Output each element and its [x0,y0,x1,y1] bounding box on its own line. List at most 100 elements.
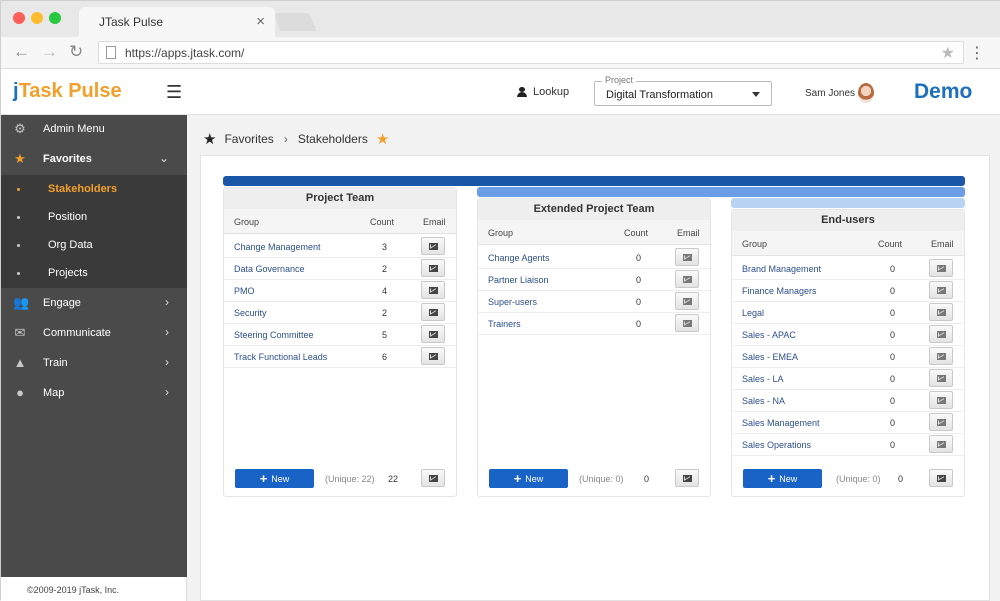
envelope-icon [937,287,946,294]
email-button[interactable] [929,325,953,343]
group-link[interactable]: Sales - NA [742,396,785,406]
email-button[interactable] [675,248,699,266]
group-count: 0 [636,275,642,285]
forward-arrow-icon[interactable]: → [41,42,58,62]
group-link[interactable]: Sales - LA [742,374,784,384]
close-window-button[interactable] [13,12,25,24]
table-row: Sales Operations 0 [732,434,964,456]
group-link[interactable]: Change Agents [488,253,550,263]
favorite-star-icon[interactable]: ★ [376,130,389,148]
user-name[interactable]: Sam Jones [805,88,855,99]
panel-title: Project Team [224,188,456,209]
group-link[interactable]: Super-users [488,297,537,307]
email-button[interactable] [421,303,445,321]
table-row: Change Agents 0 [478,247,710,269]
sidebar-item-projects[interactable]: Projects [1,259,187,288]
avatar[interactable] [858,83,874,103]
group-link[interactable]: Sales Operations [742,440,811,450]
tab-close-icon[interactable]: × [256,13,265,30]
email-button[interactable] [929,303,953,321]
panel-title: End-users [732,210,964,231]
group-link[interactable]: Data Governance [234,264,305,274]
table-row: Finance Managers 0 [732,280,964,302]
group-link[interactable]: Change Management [234,242,321,252]
email-button[interactable] [675,292,699,310]
email-all-button[interactable] [929,469,953,487]
new-group-button[interactable]: + New [743,469,822,488]
sidebar-item-admin-menu[interactable]: ⚙ Admin Menu [1,115,187,144]
sidebar-item-map[interactable]: ● Map › [1,379,187,408]
group-link[interactable]: Brand Management [742,264,821,274]
group-count: 4 [382,286,388,296]
group-link[interactable]: Sales Management [742,418,820,428]
breadcrumb-favorites[interactable]: Favorites [224,132,273,146]
table-row: Change Management 3 [224,236,456,258]
sidebar-item-org-data[interactable]: Org Data [1,231,187,260]
group-link[interactable]: Security [234,308,267,318]
group-link[interactable]: Partner Liaison [488,275,549,285]
group-link[interactable]: Track Functional Leads [234,352,327,362]
group-count: 0 [890,308,896,318]
email-button[interactable] [929,435,953,453]
email-button[interactable] [675,314,699,332]
project-select[interactable]: Project Digital Transformation [594,75,772,106]
email-all-button[interactable] [421,469,445,487]
email-button[interactable] [421,259,445,277]
email-button[interactable] [421,325,445,343]
minimize-window-button[interactable] [31,12,43,24]
group-link[interactable]: PMO [234,286,255,296]
chevron-right-icon: › [165,325,169,339]
email-button[interactable] [675,270,699,288]
sidebar-item-position[interactable]: Position [1,203,187,232]
envelope-icon [937,375,946,382]
browser-menu-icon[interactable]: ⋮ [969,43,985,63]
bookmark-star-icon[interactable]: ★ [941,43,955,63]
group-link[interactable]: Steering Committee [234,330,314,340]
sidebar-item-engage[interactable]: 👥 Engage › [1,289,187,318]
back-arrow-icon[interactable]: ← [13,42,30,62]
envelope-icon [683,276,692,283]
maximize-window-button[interactable] [49,12,61,24]
new-group-button[interactable]: + New [235,469,314,488]
email-button[interactable] [929,369,953,387]
chevron-right-icon: › [165,385,169,399]
email-button[interactable] [421,237,445,255]
url-input[interactable]: https://apps.jtask.com/ ★ [98,41,964,64]
total-count: 0 [898,474,904,484]
column-header-email: Email [931,239,954,249]
envelope-icon [683,298,692,305]
email-button[interactable] [421,281,445,299]
group-count: 0 [890,286,896,296]
tab-bar: JTask Pulse × [1,1,1000,37]
new-group-button[interactable]: + New [489,469,568,488]
envelope-icon [429,475,438,482]
email-button[interactable] [929,391,953,409]
envelope-icon [429,265,438,272]
sidebar-item-stakeholders[interactable]: Stakeholders [1,175,187,204]
browser-tab[interactable]: JTask Pulse × [79,7,275,37]
group-link[interactable]: Legal [742,308,764,318]
column-header-count: Count [878,239,903,249]
group-link[interactable]: Finance Managers [742,286,817,296]
app-logo[interactable]: jTask Pulse [13,80,122,103]
reload-icon[interactable]: ↻ [69,42,83,62]
hamburger-menu-icon[interactable]: ☰ [166,82,182,103]
group-link[interactable]: Sales - APAC [742,330,796,340]
panel-footer: + New (Unique: 0) 0 [478,462,710,492]
email-button[interactable] [929,259,953,277]
sidebar-item-train[interactable]: ▲ Train › [1,349,187,378]
chevron-right-icon: › [283,132,288,146]
group-link[interactable]: Sales - EMEA [742,352,798,362]
new-tab-button[interactable] [273,13,317,31]
email-all-button[interactable] [675,469,699,487]
email-button[interactable] [929,347,953,365]
lookup-button[interactable]: Lookup [517,86,569,98]
graduation-cap-icon: ▲ [13,355,27,370]
sidebar-item-communicate[interactable]: ✉ Communicate › [1,319,187,348]
envelope-icon [937,331,946,338]
email-button[interactable] [421,347,445,365]
email-button[interactable] [929,281,953,299]
group-link[interactable]: Trainers [488,319,521,329]
sidebar-item-favorites[interactable]: ★ Favorites ⌄ [1,145,187,174]
email-button[interactable] [929,413,953,431]
